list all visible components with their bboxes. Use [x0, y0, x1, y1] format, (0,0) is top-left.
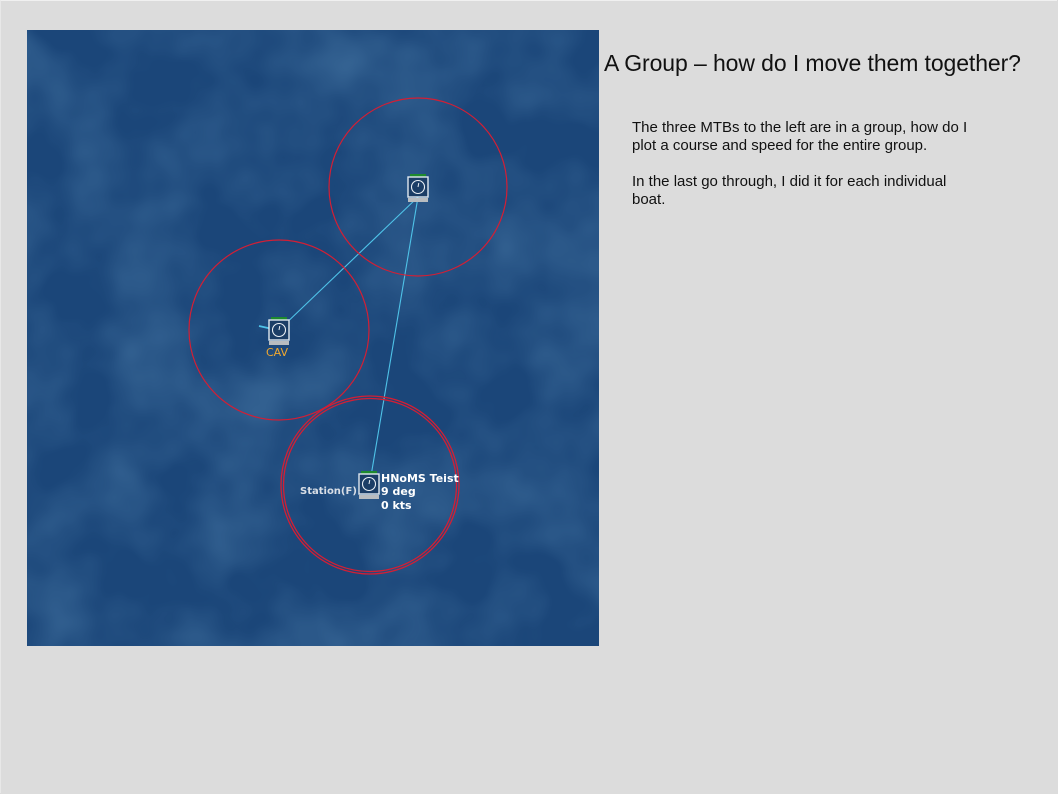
slide-body: The three MTBs to the left are in a grou… [632, 119, 982, 227]
tactical-map[interactable]: CAV Station(F) HNoMS Teist 9 deg 0 kts [27, 30, 599, 646]
slide-title: A Group – how do I move them together? [604, 50, 1021, 76]
body-paragraph: In the last go through, I did it for eac… [632, 173, 947, 208]
body-paragraph: The three MTBs to the left are in a grou… [632, 119, 968, 154]
unit-label-cav: CAV [266, 346, 289, 359]
station-label: Station(F) [300, 486, 357, 497]
unit-heading-label: 9 deg [381, 485, 416, 498]
map-canvas[interactable]: CAV Station(F) HNoMS Teist 9 deg 0 kts [27, 30, 599, 646]
unit-speed-label: 0 kts [381, 499, 412, 512]
unit-name-label: HNoMS Teist [381, 472, 459, 485]
